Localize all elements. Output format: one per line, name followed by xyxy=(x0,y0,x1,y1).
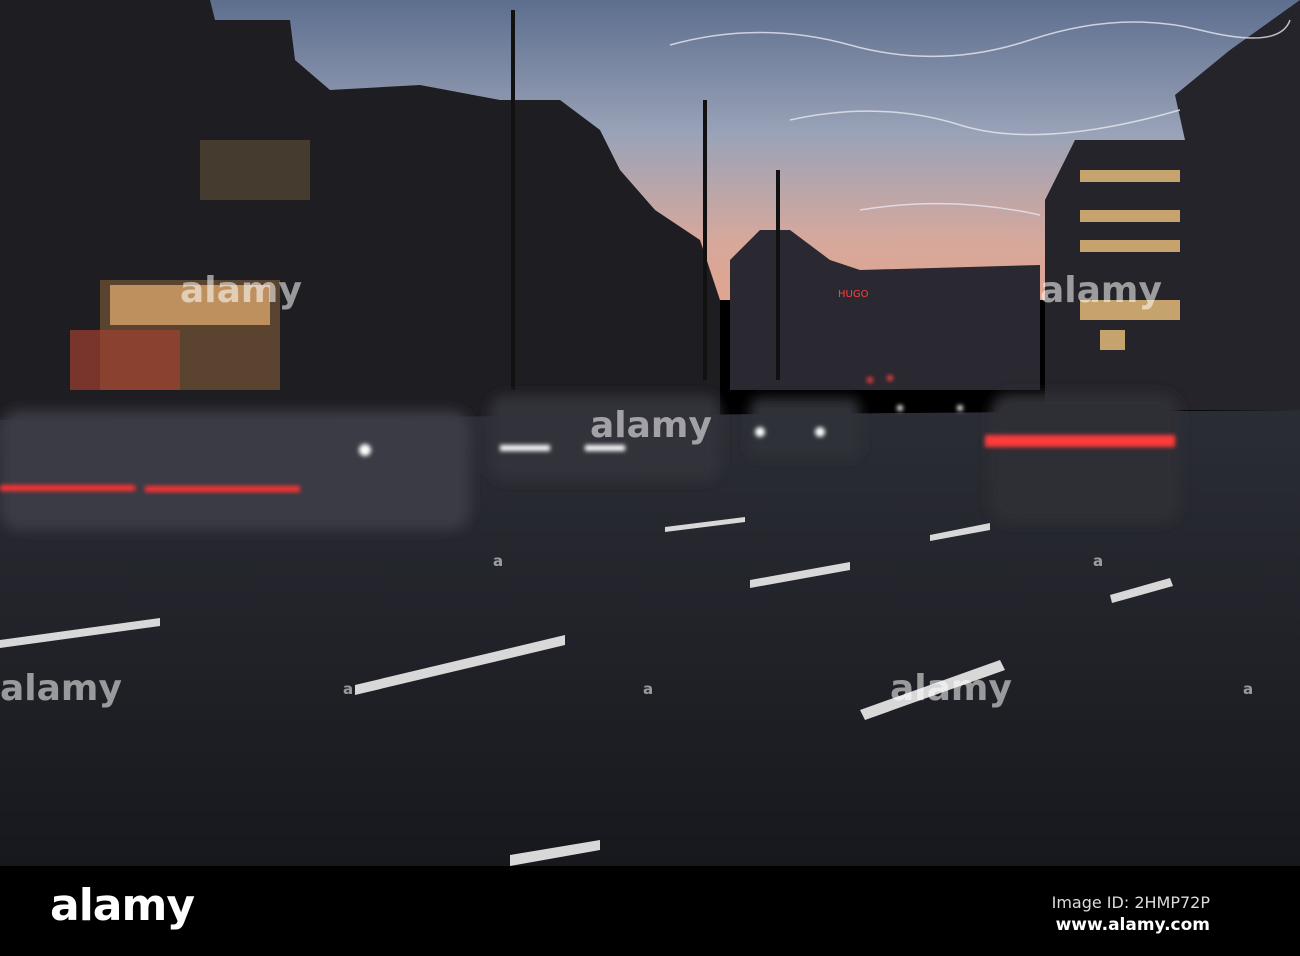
watermark: alamy xyxy=(180,270,302,311)
watermark: alamy xyxy=(890,668,1012,709)
alamy-logo: alamy xyxy=(50,880,195,931)
shop-sign xyxy=(70,330,180,390)
watermark-small: a xyxy=(493,552,504,570)
image-id: Image ID: 2HMP72P xyxy=(1051,893,1210,912)
watermark: alamy xyxy=(590,405,712,446)
site-url: www.alamy.com xyxy=(1055,915,1210,935)
watermark-small: a xyxy=(343,680,354,698)
distant-sign: HUGO xyxy=(838,289,869,300)
watermark-small: a xyxy=(1093,552,1104,570)
watermark: alamy xyxy=(1040,270,1162,311)
stock-photo: HUGO alamy alamy alamy alamy alamy a a a… xyxy=(0,0,1300,956)
watermark: alamy xyxy=(0,668,122,709)
watermark-small: a xyxy=(643,680,654,698)
watermark-small: a xyxy=(1243,680,1254,698)
lit-facade xyxy=(200,140,310,200)
